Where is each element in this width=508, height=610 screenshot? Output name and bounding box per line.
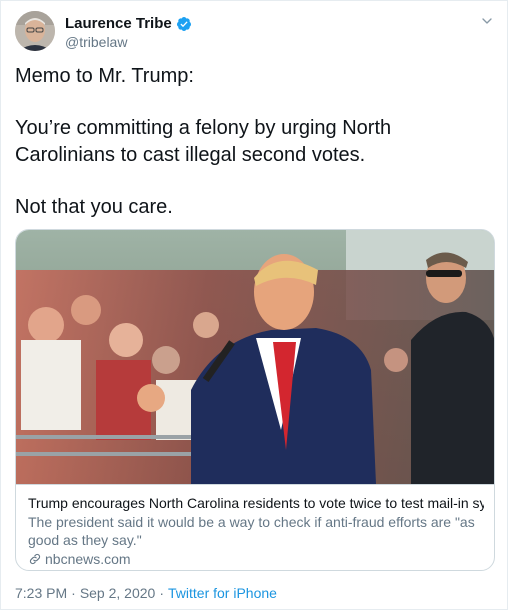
tweet-card: Laurence Tribe @tribelaw Memo to Mr. Tru… — [0, 0, 508, 610]
tweet-footer: 7:23 PM · Sep 2, 2020 · Twitter for iPho… — [15, 585, 277, 601]
tweet-header: Laurence Tribe @tribelaw — [15, 11, 495, 55]
tweet-line: Not that you care. — [15, 196, 173, 218]
author-name-row[interactable]: Laurence Tribe — [65, 15, 192, 32]
tweet-line: You’re committing a felony by urging Nor… — [15, 117, 392, 166]
author-name[interactable]: Laurence Tribe — [65, 15, 172, 32]
avatar[interactable] — [15, 11, 55, 51]
chevron-down-icon[interactable] — [479, 13, 495, 29]
link-description: The president said it would be a way to … — [28, 514, 475, 548]
link-title[interactable]: Trump encourages North Carolina resident… — [28, 494, 484, 512]
link-preview-card[interactable]: Trump encourages North Carolina resident… — [15, 229, 495, 571]
profile-photo-icon — [15, 11, 55, 51]
link-domain-row: nbcnews.com — [28, 550, 484, 568]
link-domain: nbcnews.com — [45, 551, 131, 567]
tweet-line: Memo to Mr. Trump: — [15, 65, 194, 87]
tweet-text: Memo to Mr. Trump: You’re committing a f… — [15, 63, 495, 221]
link-icon — [29, 553, 41, 565]
verified-badge-icon — [176, 16, 191, 31]
tweet-source[interactable]: Twitter for iPhone — [168, 585, 277, 601]
author-handle[interactable]: @tribelaw — [65, 34, 127, 50]
news-photo-icon[interactable] — [16, 230, 495, 484]
link-preview-meta[interactable]: Trump encourages North Carolina resident… — [16, 484, 494, 570]
tweet-date[interactable]: Sep 2, 2020 — [80, 585, 156, 601]
tweet-time[interactable]: 7:23 PM — [15, 585, 67, 601]
separator: · — [159, 585, 164, 601]
separator: · — [71, 585, 76, 601]
